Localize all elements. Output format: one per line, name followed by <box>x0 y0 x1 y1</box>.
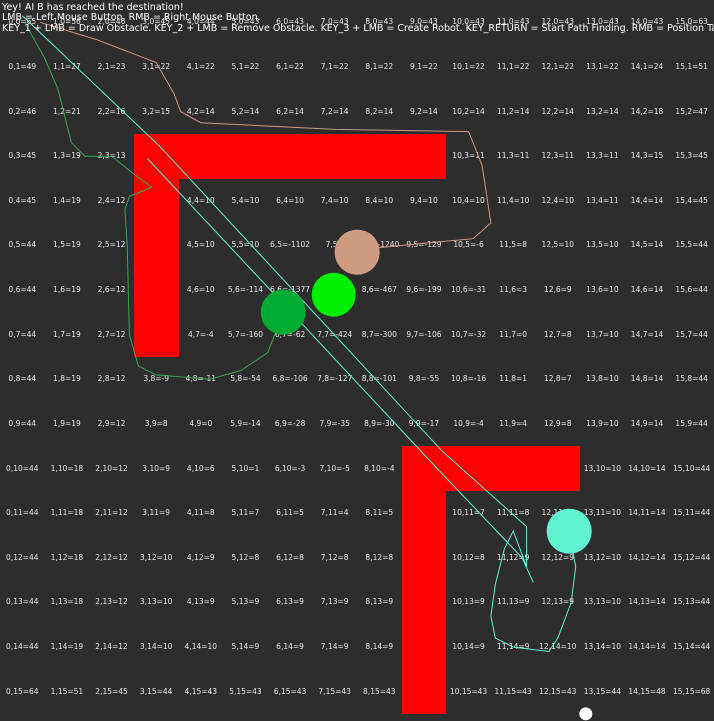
help-text-mouse: LMB = Left Mouse Button. RMB = Right Mou… <box>2 12 261 23</box>
help-text-keys: KEY_1 + LMB = Draw Obstacle. KEY_2 + LMB… <box>2 23 714 34</box>
robot-tan[interactable] <box>334 229 380 275</box>
path-layer <box>21 15 577 653</box>
path-tan <box>40 21 492 253</box>
robot-green[interactable] <box>261 290 306 335</box>
path-aqua <box>21 15 577 653</box>
simulation-canvas[interactable]: 0,0=65 1,0=56 2,0=46 3,0=45 4,0=44 5,0=43 6,0=… <box>0 0 714 721</box>
robot-lime[interactable] <box>311 272 357 317</box>
path-thin-teal <box>146 158 534 583</box>
path-green <box>24 22 284 380</box>
robot-aqua[interactable] <box>546 508 592 554</box>
target-marker[interactable] <box>579 707 593 721</box>
